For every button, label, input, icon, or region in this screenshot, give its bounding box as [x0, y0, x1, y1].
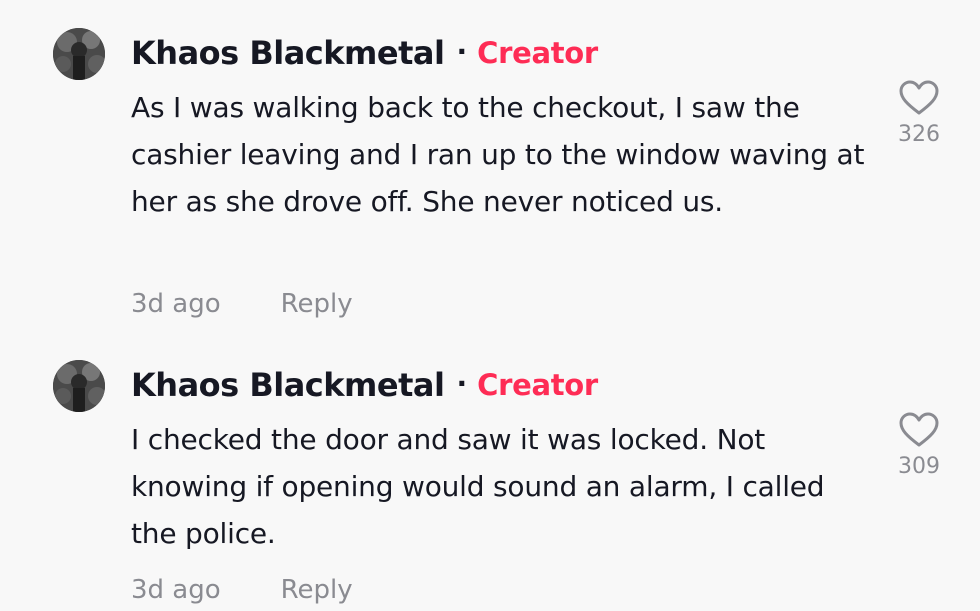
separator-dot: · [456, 366, 468, 400]
comment-time: 3d ago [131, 575, 221, 605]
like-count: 309 [898, 454, 940, 479]
comment-text: As I was walking back to the checkout, I… [131, 91, 865, 218]
separator-dot: · [456, 34, 468, 68]
username[interactable]: Khaos Blackmetal [131, 34, 445, 72]
reply-button[interactable]: Reply [281, 289, 353, 319]
like-count: 326 [898, 122, 940, 147]
creator-badge: Creator [477, 36, 598, 70]
like-button[interactable]: 309 [890, 412, 948, 479]
heart-outline-icon [899, 80, 939, 115]
avatar-image [53, 360, 105, 412]
avatar[interactable] [53, 360, 105, 412]
heart-outline-icon [899, 412, 939, 447]
comment-meta: 3d ago Reply [131, 569, 353, 611]
avatar-image [53, 28, 105, 80]
reply-button[interactable]: Reply [281, 575, 353, 605]
comment-meta: 3d ago Reply [131, 283, 353, 325]
comment-header: Khaos Blackmetal · Creator [131, 30, 598, 76]
comment-time: 3d ago [131, 289, 221, 319]
comment-header: Khaos Blackmetal · Creator [131, 362, 598, 408]
avatar[interactable] [53, 28, 105, 80]
creator-badge: Creator [477, 368, 598, 402]
like-button[interactable]: 326 [890, 80, 948, 147]
username[interactable]: Khaos Blackmetal [131, 366, 445, 404]
comment-text: I checked the door and saw it was locked… [131, 423, 825, 550]
